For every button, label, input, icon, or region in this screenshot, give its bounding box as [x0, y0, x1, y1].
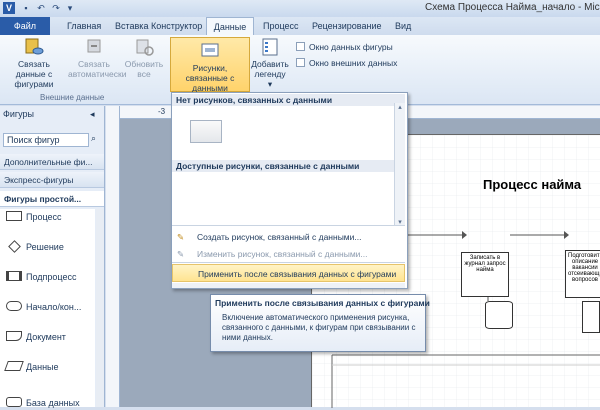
refresh-icon: [133, 37, 155, 57]
menu-separator: [172, 262, 405, 263]
menu-separator: [172, 225, 405, 226]
insert-legend-button[interactable]: Добавить легенду ▾: [250, 37, 290, 89]
shape-database[interactable]: База данных: [6, 396, 80, 410]
collapse-pane-icon[interactable]: ◂: [90, 109, 95, 120]
tab-file[interactable]: Файл: [0, 17, 50, 35]
shape-label: Подпроцесс: [26, 272, 77, 282]
link-data-label: Связать данные с фигурами: [14, 59, 54, 89]
menu-edit-data-graphic[interactable]: ✎ Изменить рисунок, связанный с данными.…: [172, 245, 405, 263]
shape-label: Данные: [26, 362, 59, 372]
data-graphics-button[interactable]: Рисунки, связанные с данными ▾: [170, 37, 250, 103]
section-quick-shapes[interactable]: Экспресс-фигуры: [0, 172, 104, 188]
external-data-window-checkbox[interactable]: Окно внешних данных: [296, 58, 397, 70]
tab-design[interactable]: Конструктор: [151, 17, 202, 35]
document-shape-icon: [6, 331, 22, 341]
shapes-pane-title: Фигуры: [3, 109, 35, 119]
undo-icon[interactable]: ↶: [35, 2, 47, 14]
menu-apply-after-linking[interactable]: Применить после связывания данных с фигу…: [172, 264, 405, 282]
shape-subprocess[interactable]: Подпроцесс: [6, 270, 76, 284]
link-data-to-shapes-button[interactable]: Связать данные с фигурами: [2, 37, 66, 89]
group-label-external-data: Внешние данные: [40, 93, 105, 102]
tab-data[interactable]: Данные: [206, 17, 254, 35]
shape-document[interactable]: Документ: [6, 330, 66, 344]
customize-toolbar-icon[interactable]: ▾: [64, 2, 76, 14]
pane-scrollbar[interactable]: [96, 209, 104, 407]
shape-process[interactable]: Процесс: [6, 210, 62, 224]
shape-label: Документ: [26, 332, 66, 342]
no-data-graphics-header: Нет рисунков, связанных с данными: [172, 94, 405, 106]
tab-insert[interactable]: Вставка: [115, 17, 148, 35]
menu-edit-label: Изменить рисунок, связанный с данными...: [197, 249, 368, 259]
refresh-label: Обновить все: [124, 59, 164, 79]
available-data-graphics-header: Доступные рисунки, связанные с данными: [172, 160, 405, 172]
redo-icon[interactable]: ↷: [50, 2, 62, 14]
database-link-icon: [23, 37, 45, 57]
shape-data-window-label: Окно данных фигуры: [309, 42, 393, 52]
legend-icon: [259, 37, 281, 57]
data-shape-icon: [4, 361, 24, 371]
search-shapes-input[interactable]: Поиск фигур: [3, 133, 89, 147]
visio-logo-icon: V: [3, 2, 15, 14]
vertical-ruler: [106, 106, 120, 407]
data-graphics-icon: [199, 41, 221, 61]
terminator-shape-icon: [6, 301, 22, 311]
dropdown-scrollbar[interactable]: ▴ ▾: [394, 103, 405, 226]
tab-home[interactable]: Главная: [67, 17, 101, 35]
scroll-up-icon[interactable]: ▴: [395, 103, 405, 111]
menu-create-label: Создать рисунок, связанный с данными...: [197, 232, 362, 242]
search-icon[interactable]: ⌕: [91, 133, 96, 144]
save-icon[interactable]: ▪: [20, 2, 32, 14]
document-shape[interactable]: [582, 301, 600, 333]
edit-graphic-icon: ✎: [177, 249, 185, 259]
process-box[interactable]: Записать в журнал запрос найма: [461, 252, 509, 297]
section-basic-flowchart[interactable]: Фигуры простой...: [0, 191, 104, 207]
link-automatically-button[interactable]: Связать автоматически: [68, 37, 127, 79]
shape-label: Процесс: [26, 212, 62, 222]
checkbox-icon: [296, 42, 305, 51]
diagram-title: Процесс найма: [483, 177, 582, 192]
ruler-mark: -3: [158, 107, 166, 116]
section-more-shapes[interactable]: Дополнительные фи...: [0, 154, 104, 170]
dropdown-resize-grip[interactable]: [172, 283, 405, 288]
tab-review[interactable]: Рецензирование: [312, 17, 382, 35]
tab-process[interactable]: Процесс: [263, 17, 299, 35]
legend-dropdown-icon: ▾: [267, 79, 273, 89]
create-graphic-icon: ✎: [177, 232, 185, 242]
data-graphic-thumbnail[interactable]: [190, 120, 222, 143]
menu-create-data-graphic[interactable]: ✎ Создать рисунок, связанный с данными..…: [172, 228, 405, 246]
tooltip-title: Применить после связывания данных с фигу…: [215, 298, 430, 308]
shape-data[interactable]: Данные: [4, 360, 59, 374]
database-shape[interactable]: [485, 301, 513, 329]
legend-label: Добавить легенду: [251, 59, 289, 79]
window-title: Схема Процесса Найма_начало - Micro: [425, 2, 600, 13]
tab-view[interactable]: Вид: [395, 17, 411, 35]
refresh-all-button[interactable]: Обновить все: [121, 37, 167, 79]
shape-data-window-checkbox[interactable]: Окно данных фигуры: [296, 42, 393, 54]
subprocess-shape-icon: [6, 271, 22, 281]
external-data-window-label: Окно внешних данных: [309, 58, 398, 68]
link-auto-label: Связать автоматически: [68, 59, 127, 79]
data-graphics-label: Рисунки, связанные с данными: [185, 63, 235, 93]
shape-label: Начало/кон...: [26, 302, 82, 312]
tooltip-body: Включение автоматического применения рис…: [222, 313, 416, 342]
shape-label: Решение: [26, 242, 64, 252]
database-shape-icon: [6, 397, 22, 407]
auto-link-icon: [83, 37, 105, 57]
shape-decision[interactable]: Решение: [6, 240, 64, 254]
shape-start-end[interactable]: Начало/кон...: [6, 300, 81, 314]
checkbox-icon: [296, 58, 305, 67]
process-shape-icon: [6, 211, 22, 221]
process-box[interactable]: Подготовить описание вакансии отсеивающи…: [565, 250, 600, 298]
decision-shape-icon: [8, 240, 21, 253]
